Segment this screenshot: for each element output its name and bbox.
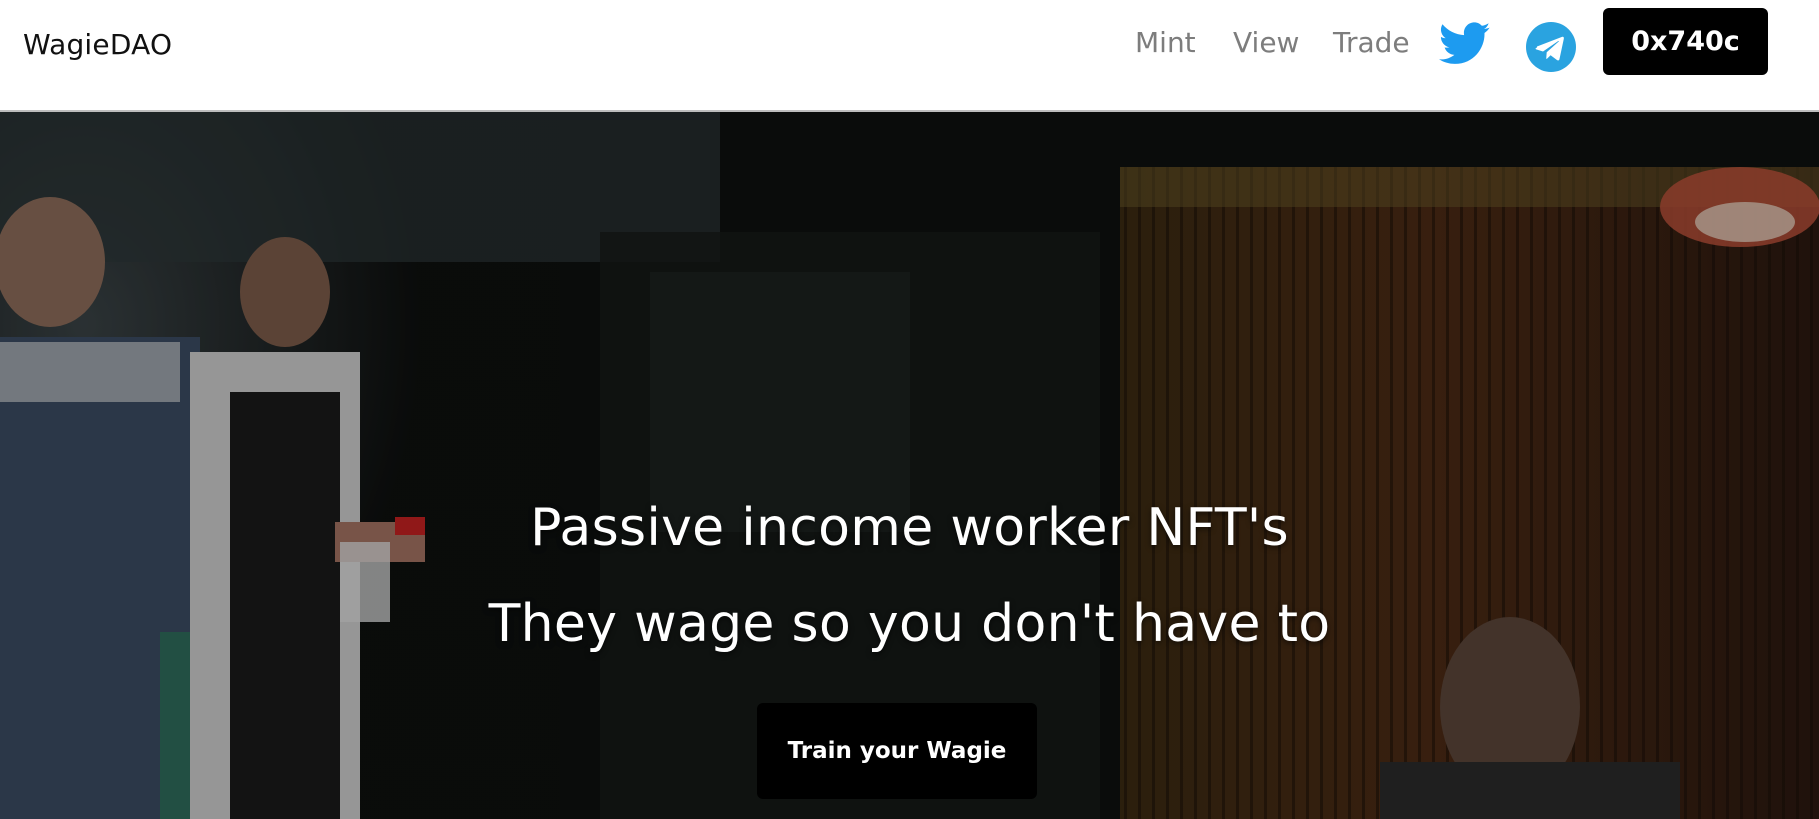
hero-headline-primary: Passive income worker NFT's bbox=[530, 498, 1289, 558]
brand-logo[interactable]: WagieDAO bbox=[23, 28, 172, 61]
hero-section: Passive income worker NFT's They wage so… bbox=[0, 112, 1819, 819]
train-wagie-button[interactable]: Train your Wagie bbox=[757, 703, 1037, 799]
navbar: WagieDAO Mint View Trade 0x740c bbox=[0, 0, 1819, 112]
twitter-icon[interactable] bbox=[1439, 22, 1491, 66]
nav-link-mint[interactable]: Mint bbox=[1135, 26, 1196, 59]
nav-link-view[interactable]: View bbox=[1233, 26, 1299, 59]
wallet-address-button[interactable]: 0x740c bbox=[1603, 8, 1768, 75]
hero-headline-secondary: They wage so you don't have to bbox=[488, 594, 1331, 654]
nav-link-trade[interactable]: Trade bbox=[1333, 26, 1410, 59]
telegram-icon[interactable] bbox=[1526, 22, 1576, 72]
